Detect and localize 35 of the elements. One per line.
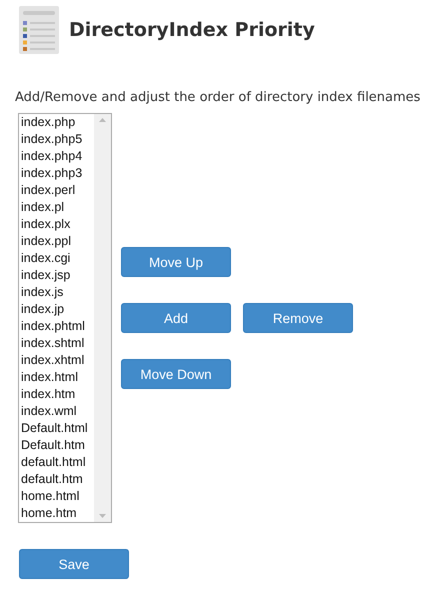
filename-option[interactable]: Default.htm <box>19 437 94 454</box>
filename-option[interactable]: index.pl <box>19 199 94 216</box>
filename-option[interactable]: index.shtml <box>19 335 94 352</box>
filename-option[interactable]: index.php3 <box>19 165 94 182</box>
filename-option[interactable]: default.html <box>19 454 94 471</box>
save-button[interactable]: Save <box>19 549 129 579</box>
filename-option[interactable]: default.htm <box>19 471 94 488</box>
filename-option[interactable]: index.html <box>19 369 94 386</box>
filename-option[interactable]: index.phtml <box>19 318 94 335</box>
remove-button[interactable]: Remove <box>243 303 353 333</box>
filename-option[interactable]: index.wml <box>19 403 94 420</box>
filename-option[interactable]: index.htm <box>19 386 94 403</box>
filename-option[interactable]: index.plx <box>19 216 94 233</box>
filename-option[interactable]: Default.html <box>19 420 94 437</box>
page-title: DirectoryIndex Priority <box>69 19 315 41</box>
filename-list[interactable] <box>18 113 112 523</box>
filename-option[interactable]: index.js <box>19 284 94 301</box>
filename-option[interactable]: index.xhtml <box>19 352 94 369</box>
filename-option[interactable]: index.ppl <box>19 233 94 250</box>
filename-option[interactable]: index.php5 <box>19 131 94 148</box>
description-text: Add/Remove and adjust the order of directory index filenames <box>15 90 422 105</box>
filename-option[interactable]: index.jsp <box>19 267 94 284</box>
filename-option[interactable]: index.cgi <box>19 250 94 267</box>
filename-option[interactable]: index.php4 <box>19 148 94 165</box>
filename-option[interactable]: home.html <box>19 488 94 505</box>
filename-option[interactable]: index.jp <box>19 301 94 318</box>
list-icon <box>19 6 59 54</box>
scroll-down-icon[interactable] <box>99 514 106 518</box>
add-button[interactable]: Add <box>121 303 231 333</box>
scroll-up-icon[interactable] <box>99 118 106 122</box>
move-up-button[interactable]: Move Up <box>121 247 231 277</box>
filename-option[interactable]: index.perl <box>19 182 94 199</box>
move-down-button[interactable]: Move Down <box>121 359 231 389</box>
filename-option[interactable]: index.php <box>19 114 94 131</box>
filename-option[interactable]: home.htm <box>19 505 94 522</box>
